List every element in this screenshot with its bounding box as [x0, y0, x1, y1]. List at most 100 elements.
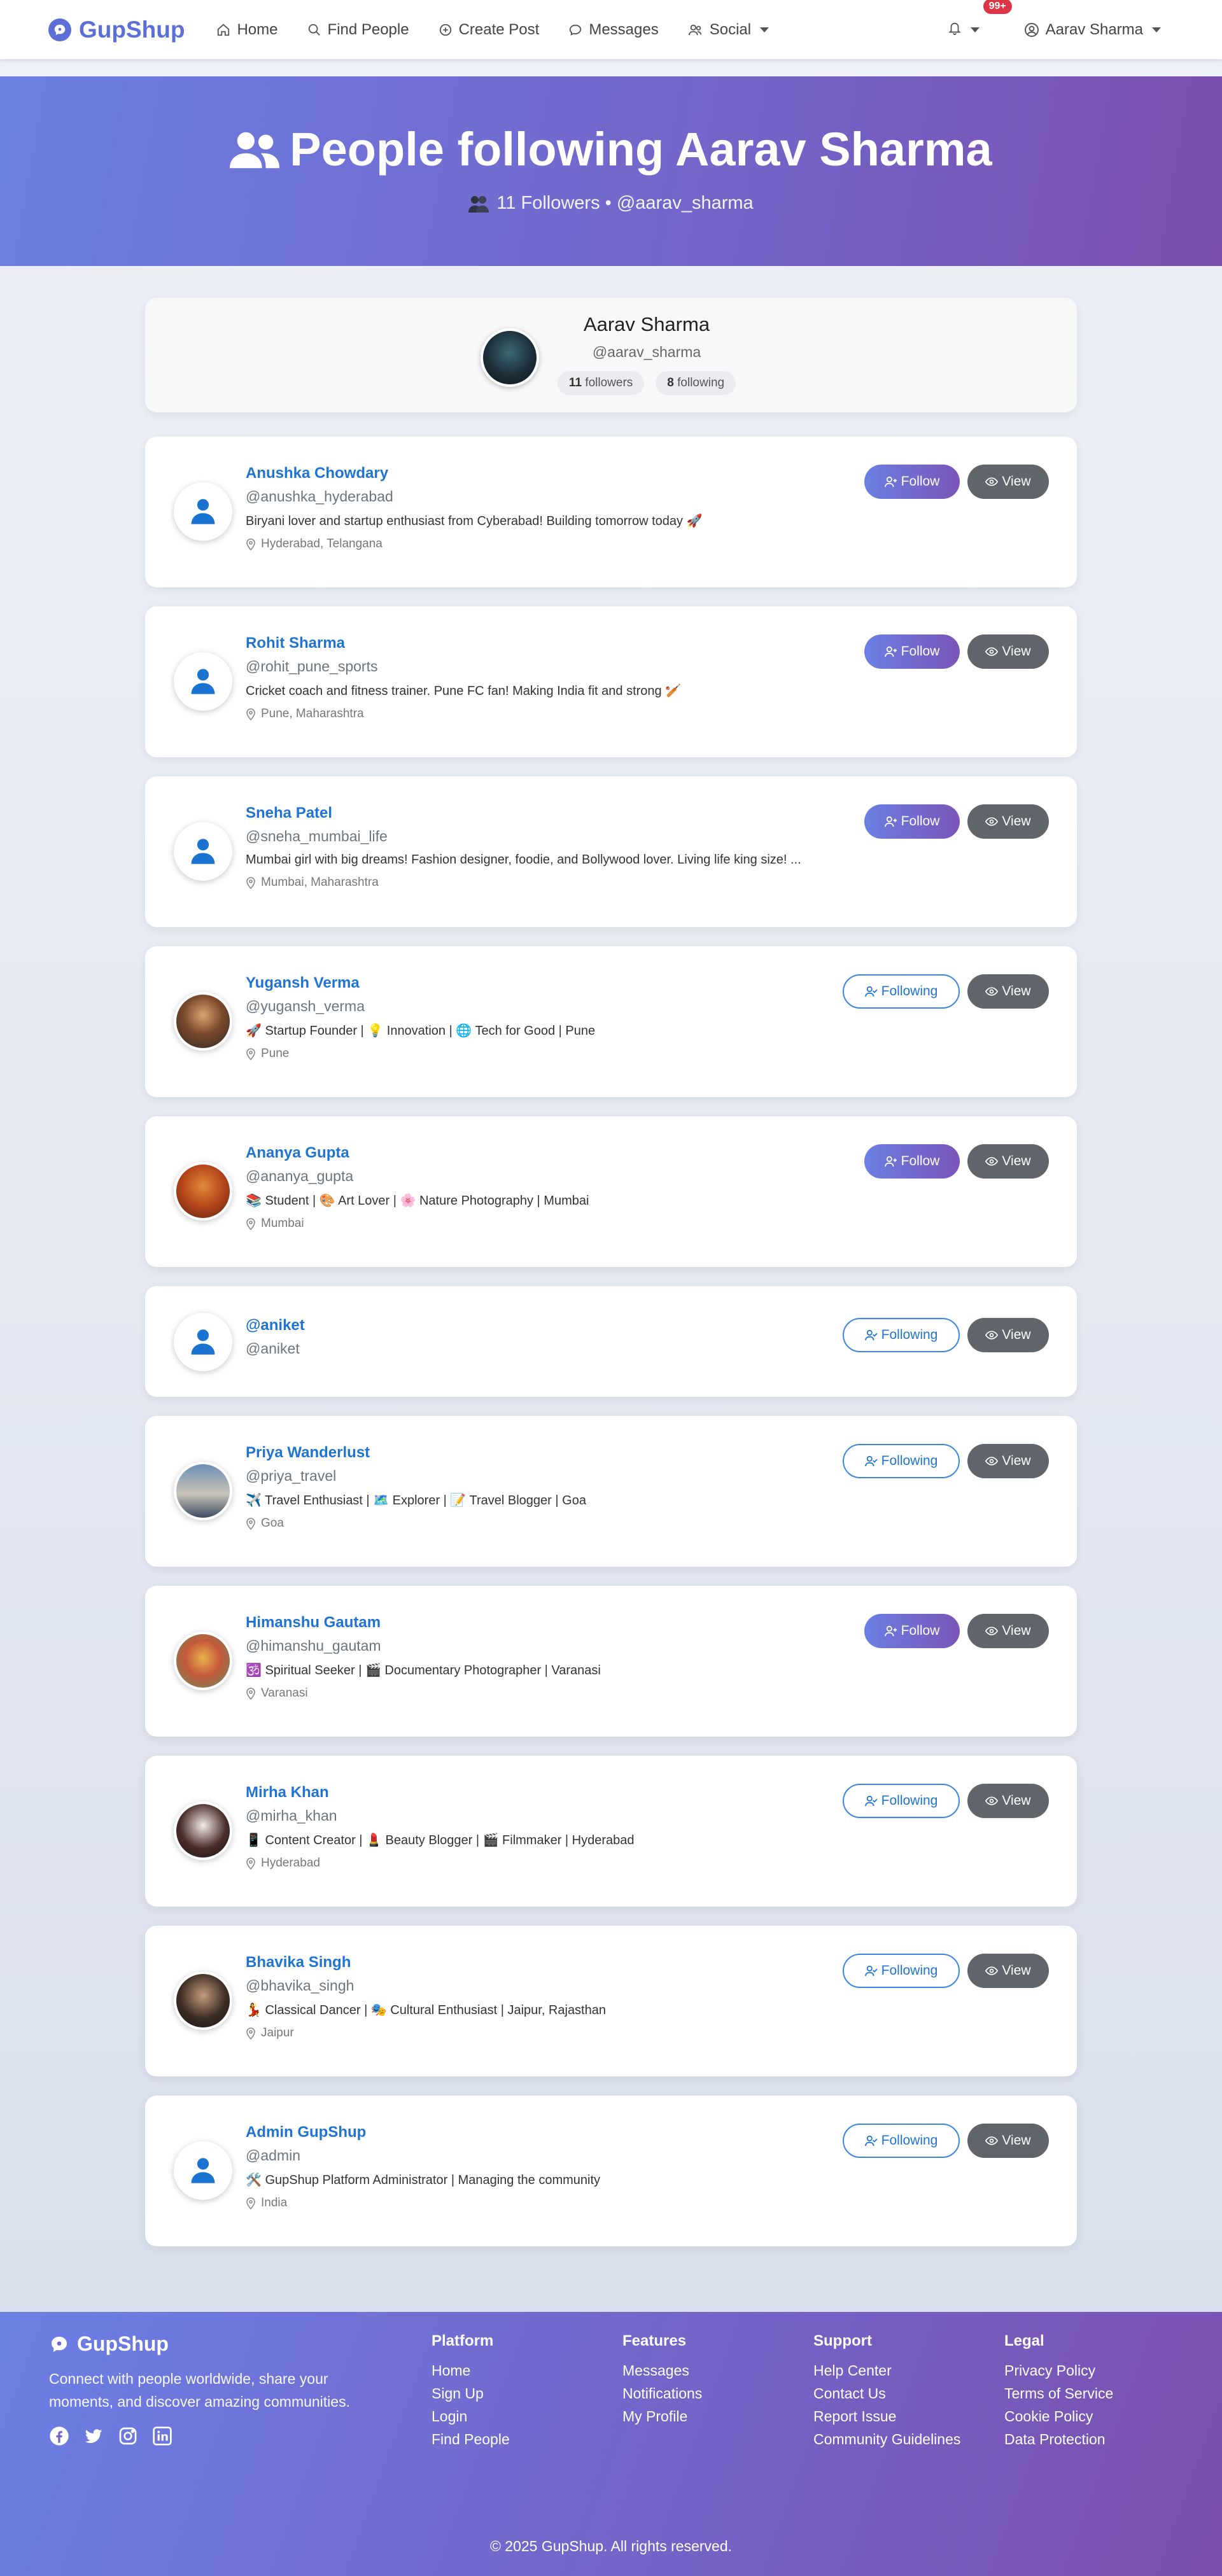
footer-column-support: Support Help Center Contact Us Report Is… — [813, 2332, 960, 2451]
avatar[interactable] — [174, 1462, 232, 1520]
follower-name-link[interactable]: Ananya Gupta — [246, 1144, 844, 1162]
avatar[interactable] — [174, 1313, 232, 1371]
footer-link-login[interactable]: Login — [432, 2405, 510, 2428]
home-icon — [216, 23, 230, 37]
follower-name-link[interactable]: Mirha Khan — [246, 1784, 844, 1802]
avatar[interactable] — [174, 2141, 232, 2200]
avatar[interactable] — [481, 328, 539, 387]
user-menu-name: Aarav Sharma — [1045, 20, 1143, 38]
follower-bio: 💃 Classical Dancer | 🎭 Cultural Enthusia… — [246, 2003, 606, 2017]
follower-name-link[interactable]: Admin GupShup — [246, 2124, 844, 2141]
follower-actions: Following View — [843, 1954, 1049, 1988]
view-profile-button[interactable]: View — [967, 1318, 1049, 1352]
view-profile-button[interactable]: View — [967, 2124, 1049, 2158]
followers-count-pill[interactable]: 11 followers — [557, 371, 645, 395]
following-count-pill[interactable]: 8 following — [656, 371, 736, 395]
footer-link-my-profile[interactable]: My Profile — [622, 2405, 702, 2428]
user-menu-dropdown[interactable]: Aarav Sharma — [1024, 21, 1161, 39]
footer-logo[interactable]: GupShup — [49, 2332, 380, 2356]
view-profile-button[interactable]: View — [967, 465, 1049, 499]
facebook-icon[interactable] — [49, 2426, 69, 2446]
avatar[interactable] — [174, 822, 232, 881]
following-button[interactable]: Following — [843, 974, 960, 1009]
nav-home[interactable]: Home — [216, 21, 278, 39]
follower-bio: 🕉️ Spiritual Seeker | 🎬 Documentary Phot… — [246, 1663, 601, 1677]
following-button[interactable]: Following — [843, 1954, 960, 1988]
footer-link-sign-up[interactable]: Sign Up — [432, 2382, 510, 2405]
user-check-icon — [864, 1329, 878, 1341]
avatar[interactable] — [174, 1802, 232, 1860]
following-button[interactable]: Following — [843, 2124, 960, 2158]
follower-name-link[interactable]: Rohit Sharma — [246, 634, 844, 652]
avatar[interactable] — [174, 652, 232, 711]
profile-name[interactable]: Aarav Sharma — [551, 313, 742, 336]
follower-name-link[interactable]: Priya Wanderlust — [246, 1444, 844, 1462]
follower-name-link[interactable]: Bhavika Singh — [246, 1954, 844, 1971]
follow-button[interactable]: Follow — [864, 1144, 960, 1179]
footer-link-contact-us[interactable]: Contact Us — [813, 2382, 960, 2405]
avatar[interactable] — [174, 992, 232, 1051]
follower-name-link[interactable]: Himanshu Gautam — [246, 1614, 844, 1632]
footer-link-report-issue[interactable]: Report Issue — [813, 2405, 960, 2428]
notifications-dropdown[interactable]: 99+ — [948, 0, 1012, 39]
view-profile-button[interactable]: View — [967, 1144, 1049, 1179]
follow-button[interactable]: Follow — [864, 804, 960, 839]
follow-button[interactable]: Follow — [864, 1614, 960, 1648]
group-emoji-icon — [468, 194, 489, 213]
follow-button[interactable]: Follow — [864, 465, 960, 499]
eye-icon — [985, 816, 999, 827]
users-icon — [688, 23, 703, 37]
follower-name-link[interactable]: Yugansh Verma — [246, 974, 844, 992]
avatar[interactable] — [174, 1632, 232, 1690]
avatar[interactable] — [174, 1971, 232, 2030]
follower-bio: 📚 Student | 🎨 Art Lover | 🌸 Nature Photo… — [246, 1194, 589, 1208]
profile-handle: @aarav_sharma — [592, 344, 701, 360]
following-button[interactable]: Following — [843, 1784, 960, 1818]
footer-link-messages[interactable]: Messages — [622, 2359, 702, 2382]
follower-name-link[interactable]: Sneha Patel — [246, 804, 844, 822]
view-profile-button[interactable]: View — [967, 1614, 1049, 1648]
avatar[interactable] — [174, 1162, 232, 1221]
twitter-icon[interactable] — [83, 2426, 104, 2446]
follower-bio: ✈️ Travel Enthusiast | 🗺️ Explorer | 📝 T… — [246, 1494, 586, 1508]
follower-location: Jaipur — [246, 2026, 844, 2040]
footer-link-cookie-policy[interactable]: Cookie Policy — [1004, 2405, 1113, 2428]
footer-link-notifications[interactable]: Notifications — [622, 2382, 702, 2405]
follower-info: Anushka Chowdary @anushka_hyderabad Biry… — [246, 465, 844, 551]
instagram-icon[interactable] — [118, 2426, 138, 2446]
nav-social-dropdown[interactable]: Social — [688, 21, 769, 39]
follower-info: Yugansh Verma @yugansh_verma 🚀 Startup F… — [246, 974, 844, 1061]
location-pin-icon — [246, 1517, 256, 1530]
nav-find-people-label: Find People — [327, 20, 409, 38]
following-button[interactable]: Following — [843, 1444, 960, 1478]
footer-link-data-protection[interactable]: Data Protection — [1004, 2428, 1113, 2451]
follow-button-label: Follow — [901, 814, 940, 829]
nav-find-people[interactable]: Find People — [307, 21, 409, 39]
follower-card: Priya Wanderlust @priya_travel ✈️ Travel… — [145, 1416, 1077, 1567]
view-profile-button[interactable]: View — [967, 634, 1049, 669]
view-profile-button[interactable]: View — [967, 1954, 1049, 1988]
follower-name-link[interactable]: Anushka Chowdary — [246, 465, 844, 482]
nav-messages[interactable]: Messages — [568, 21, 659, 39]
footer-copyright: © 2025 GupShup. All rights reserved. — [489, 2538, 733, 2554]
follow-button[interactable]: Follow — [864, 634, 960, 669]
brand-logo[interactable]: GupShup — [48, 17, 185, 43]
footer-link-home[interactable]: Home — [432, 2359, 510, 2382]
view-profile-button[interactable]: View — [967, 1784, 1049, 1818]
nav-create-post[interactable]: Create Post — [439, 21, 539, 39]
footer-link-help-center[interactable]: Help Center — [813, 2359, 960, 2382]
footer-link-privacy-policy[interactable]: Privacy Policy — [1004, 2359, 1113, 2382]
linkedin-icon[interactable] — [152, 2426, 172, 2446]
following-button[interactable]: Following — [843, 1318, 960, 1352]
avatar[interactable] — [174, 482, 232, 541]
footer-link-terms-of-service[interactable]: Terms of Service — [1004, 2382, 1113, 2405]
footer-link-find-people[interactable]: Find People — [432, 2428, 510, 2451]
view-profile-button[interactable]: View — [967, 804, 1049, 839]
footer-link-community-guidelines[interactable]: Community Guidelines — [813, 2428, 960, 2451]
follower-location-text: Pune, Maharashtra — [261, 707, 364, 720]
view-profile-button[interactable]: View — [967, 1444, 1049, 1478]
following-count: 8 — [667, 376, 674, 389]
follower-name-link[interactable]: @aniket — [246, 1317, 844, 1334]
view-profile-button[interactable]: View — [967, 974, 1049, 1009]
follower-actions: Follow View — [864, 465, 1049, 499]
